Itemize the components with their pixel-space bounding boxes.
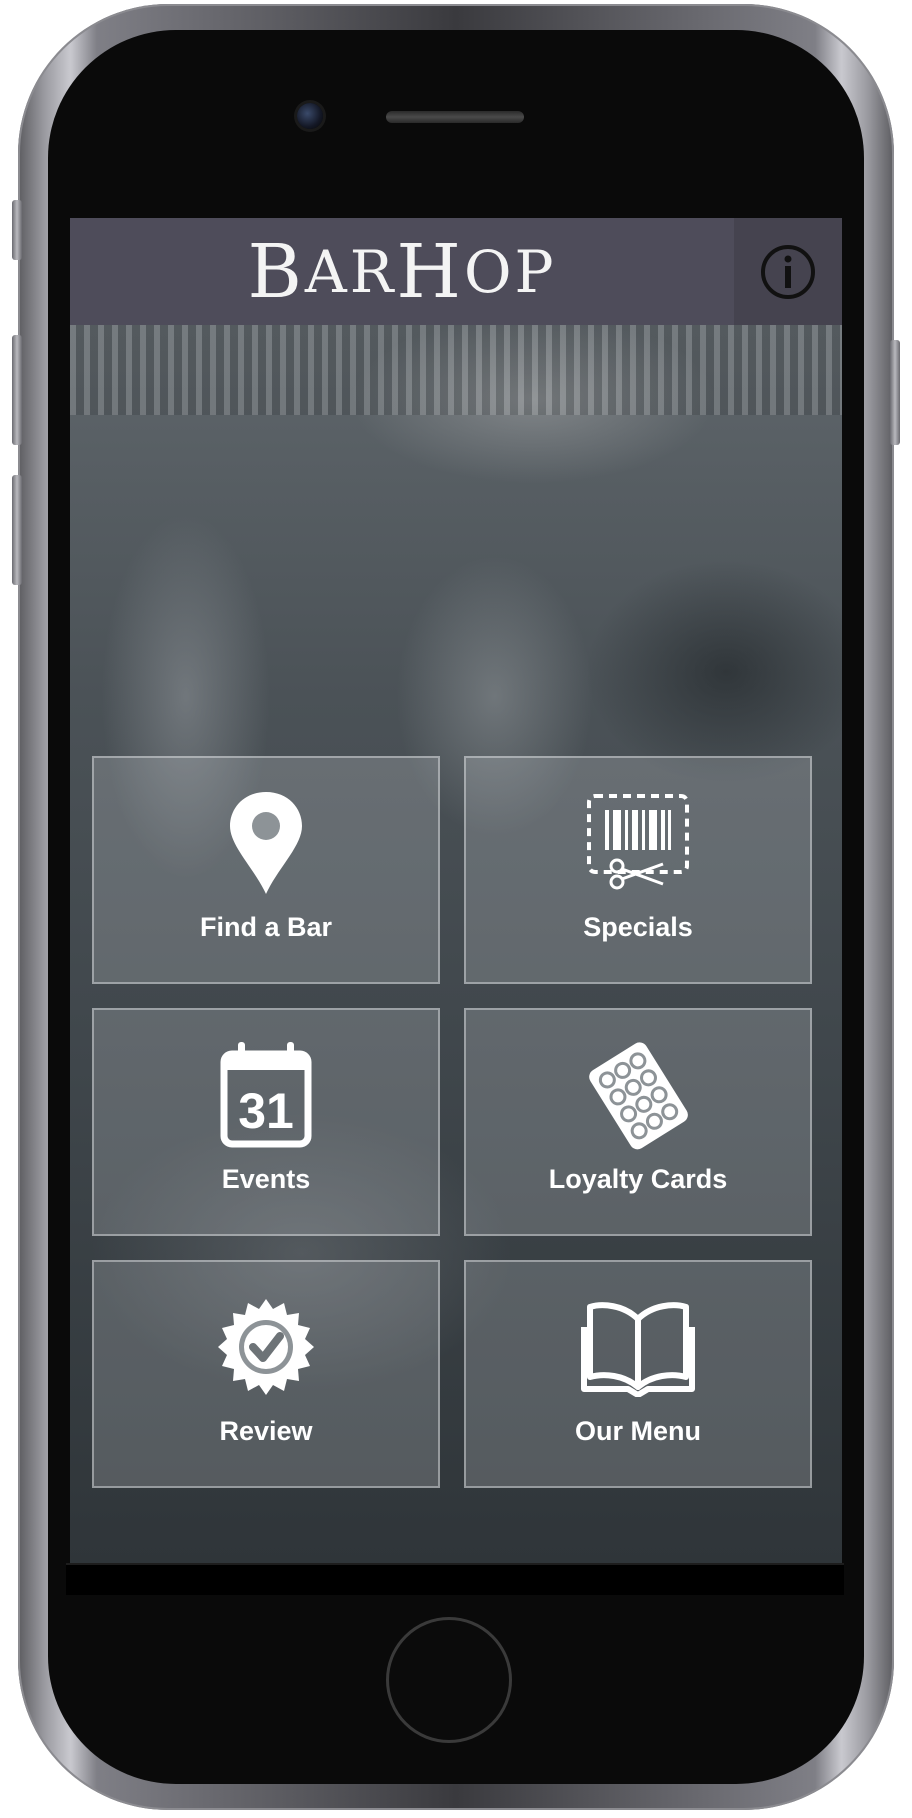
front-camera xyxy=(297,103,323,129)
tile-label: Events xyxy=(221,1164,311,1194)
logo-letter-h: H xyxy=(396,228,464,315)
tile-label: Find a Bar xyxy=(199,912,333,942)
home-button[interactable] xyxy=(386,1617,512,1743)
app-screen: B AR H OP Find a Bar Specials 31 Events … xyxy=(70,218,842,1563)
mute-switch xyxy=(12,200,22,260)
tile-label: Review xyxy=(219,1416,313,1446)
tile-loyalty-cards[interactable]: Loyalty Cards xyxy=(464,1008,812,1236)
tile-label: Specials xyxy=(583,912,693,942)
map-pin-icon xyxy=(94,788,438,898)
tile-events[interactable]: 31 Events xyxy=(92,1008,440,1236)
tile-label: Loyalty Cards xyxy=(548,1164,728,1194)
volume-up-button xyxy=(12,335,22,445)
app-logo: B AR H OP xyxy=(70,218,734,325)
calendar-icon: 31 xyxy=(94,1040,438,1150)
info-icon xyxy=(761,244,815,299)
coupon-icon xyxy=(466,788,810,898)
earpiece-speaker xyxy=(386,111,524,123)
tile-specials[interactable]: Specials xyxy=(464,756,812,984)
tile-find-a-bar[interactable]: Find a Bar xyxy=(92,756,440,984)
screen-bottom-edge xyxy=(66,1563,844,1595)
logo-letter-b: B xyxy=(247,228,305,315)
volume-down-button xyxy=(12,475,22,585)
logo-text-ar: AR xyxy=(304,237,397,306)
check-badge-icon xyxy=(94,1292,438,1402)
tile-label: Our Menu xyxy=(575,1416,701,1446)
info-button[interactable] xyxy=(734,218,842,325)
calendar-day: 31 xyxy=(238,1083,294,1139)
app-header: B AR H OP xyxy=(70,218,842,325)
open-book-icon xyxy=(466,1292,810,1402)
tile-review[interactable]: Review xyxy=(92,1260,440,1488)
tile-our-menu[interactable]: Our Menu xyxy=(464,1260,812,1488)
logo-text-op: OP xyxy=(463,237,557,306)
power-button xyxy=(890,340,900,445)
punch-card-icon xyxy=(466,1040,810,1150)
